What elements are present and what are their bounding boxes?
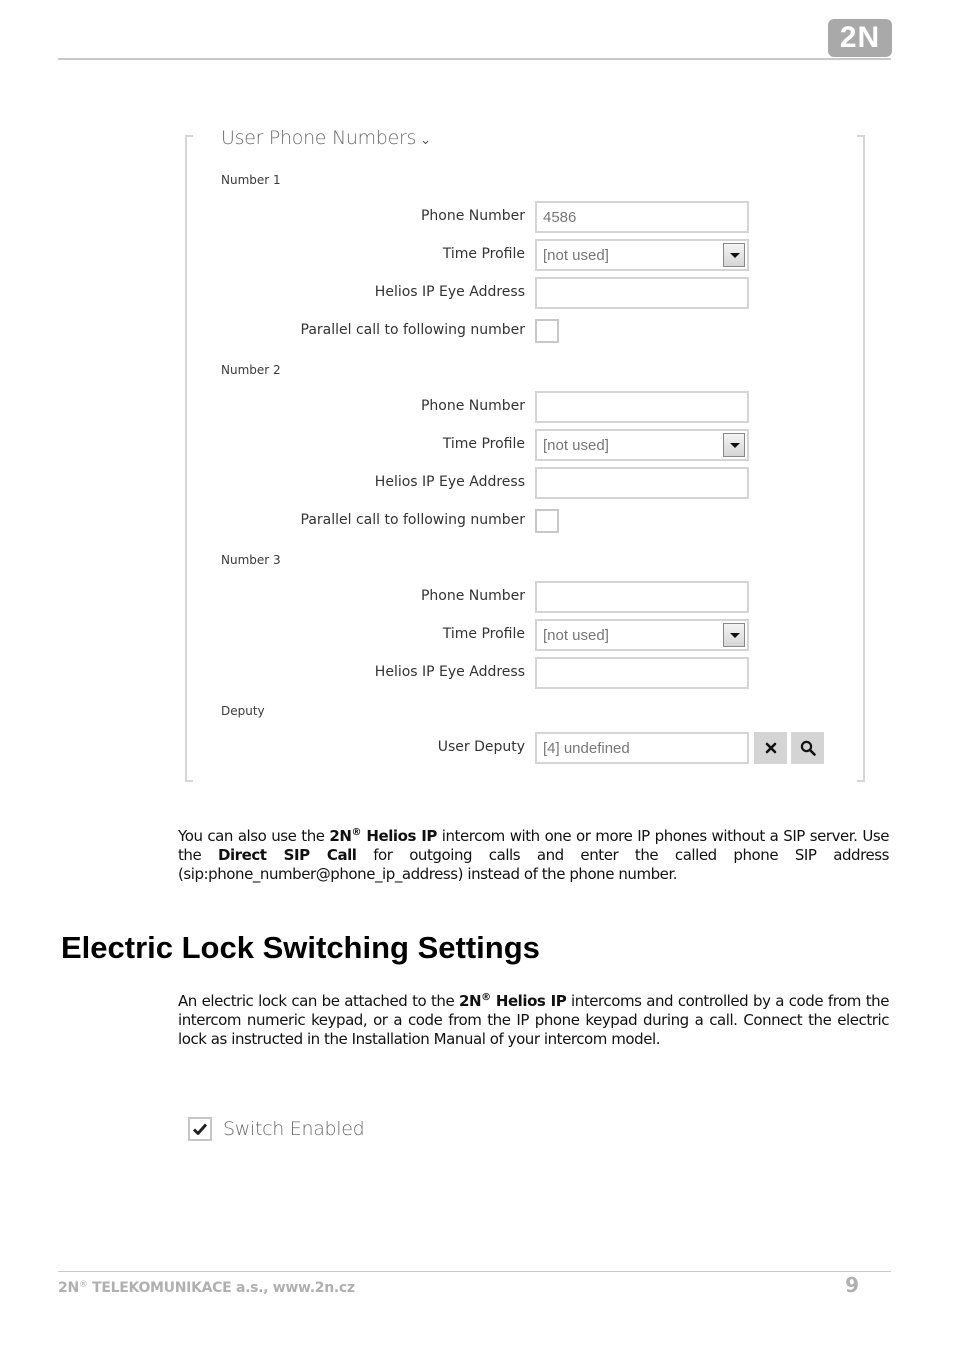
select-value: [not used]: [543, 437, 609, 454]
checkmark-icon: [192, 1123, 208, 1135]
phone-number-row-3: Phone Number: [190, 581, 830, 613]
brand-name: 2N® Helios IP: [459, 992, 567, 1010]
footer-company: 2N® TELEKOMUNIKACE a.s., www.2n.cz: [58, 1280, 355, 1296]
time-profile-row-3: Time Profile [not used]: [190, 619, 830, 651]
group-label-deputy: Deputy: [221, 704, 265, 718]
field-label: Parallel call to following number: [300, 322, 526, 338]
text: 2N: [58, 1280, 79, 1296]
direct-sip-call-term: Direct SIP Call: [217, 846, 357, 864]
group-label-number-3: Number 3: [221, 553, 281, 567]
text: Helios IP: [490, 992, 567, 1010]
eye-address-input-3[interactable]: [535, 657, 749, 689]
registered-mark: ®: [351, 827, 362, 838]
field-label: Time Profile: [442, 436, 525, 452]
field-label: Helios IP Eye Address: [374, 474, 525, 490]
header-divider: [58, 58, 891, 60]
field-label: Time Profile: [442, 626, 525, 642]
phone-number-input-3[interactable]: [535, 581, 749, 613]
time-profile-row-1: Time Profile [not used]: [190, 239, 830, 271]
phone-number-row-1: Phone Number 4586: [190, 201, 830, 233]
search-icon: [800, 740, 816, 756]
registered-mark: ®: [78, 1280, 88, 1290]
field-label: Phone Number: [420, 398, 525, 414]
brand-name: 2N® Helios IP: [329, 827, 437, 845]
footer-divider: [58, 1271, 891, 1272]
2n-logo: 2N: [828, 19, 892, 57]
text: You can also use the: [178, 827, 330, 845]
section-heading: Electric Lock Switching Settings: [61, 930, 540, 965]
text: 2N: [329, 827, 352, 845]
phone-number-input-2[interactable]: [535, 391, 749, 423]
phone-number-input-1[interactable]: 4586: [535, 201, 749, 233]
frame-corner: [185, 774, 193, 782]
phone-number-row-2: Phone Number: [190, 391, 830, 423]
eye-address-input-2[interactable]: [535, 467, 749, 499]
chevron-down-icon[interactable]: ⌄: [420, 133, 431, 148]
select-value: [not used]: [543, 627, 609, 644]
field-label: Helios IP Eye Address: [374, 284, 525, 300]
switch-enabled-label: Switch Enabled: [223, 1118, 365, 1140]
text: 2N: [459, 992, 482, 1010]
dropdown-arrow-icon[interactable]: [723, 243, 745, 267]
field-label: Time Profile: [442, 246, 525, 262]
parallel-call-row-2: Parallel call to following number: [190, 507, 830, 539]
clear-deputy-button[interactable]: [754, 732, 787, 764]
dropdown-arrow-icon[interactable]: [723, 623, 745, 647]
eye-address-row-3: Helios IP Eye Address: [190, 657, 830, 689]
switch-enabled-toggle[interactable]: Switch Enabled: [188, 1117, 365, 1141]
user-phone-numbers-header[interactable]: User Phone Numbers ⌄: [221, 127, 431, 149]
electric-lock-paragraph: An electric lock can be attached to the …: [178, 992, 889, 1049]
group-label-number-2: Number 2: [221, 363, 281, 377]
time-profile-select-3[interactable]: [not used]: [535, 619, 749, 651]
page-number: 9: [845, 1273, 859, 1297]
time-profile-select-2[interactable]: [not used]: [535, 429, 749, 461]
dropdown-arrow-icon[interactable]: [723, 433, 745, 457]
group-label-number-1: Number 1: [221, 173, 281, 187]
text: TELEKOMUNIKACE a.s., www.2n.cz: [87, 1280, 355, 1296]
search-deputy-button[interactable]: [791, 732, 824, 764]
field-label: User Deputy: [437, 739, 525, 755]
field-label: Parallel call to following number: [300, 512, 526, 528]
registered-mark: ®: [481, 992, 491, 1003]
field-label: Helios IP Eye Address: [374, 664, 525, 680]
eye-address-row-1: Helios IP Eye Address: [190, 277, 830, 309]
user-deputy-input[interactable]: [4] undefined: [535, 732, 749, 764]
parallel-call-checkbox-2[interactable]: [535, 509, 559, 533]
eye-address-input-1[interactable]: [535, 277, 749, 309]
frame-corner: [857, 135, 865, 780]
time-profile-row-2: Time Profile [not used]: [190, 429, 830, 461]
time-profile-select-1[interactable]: [not used]: [535, 239, 749, 271]
parallel-call-row-1: Parallel call to following number: [190, 317, 830, 349]
field-label: Phone Number: [420, 208, 525, 224]
close-icon: [765, 742, 776, 754]
select-value: [not used]: [543, 247, 609, 264]
frame-corner: [857, 774, 865, 782]
parallel-call-checkbox-1[interactable]: [535, 319, 559, 343]
user-deputy-row: User Deputy [4] undefined: [190, 732, 830, 764]
text: An electric lock can be attached to the: [178, 992, 459, 1010]
switch-enabled-checkbox[interactable]: [188, 1117, 212, 1141]
intro-paragraph: You can also use the 2N® Helios IP inter…: [178, 827, 889, 884]
eye-address-row-2: Helios IP Eye Address: [190, 467, 830, 499]
field-label: Phone Number: [420, 588, 525, 604]
text: Helios IP: [361, 827, 437, 845]
section-title: User Phone Numbers: [221, 127, 417, 149]
